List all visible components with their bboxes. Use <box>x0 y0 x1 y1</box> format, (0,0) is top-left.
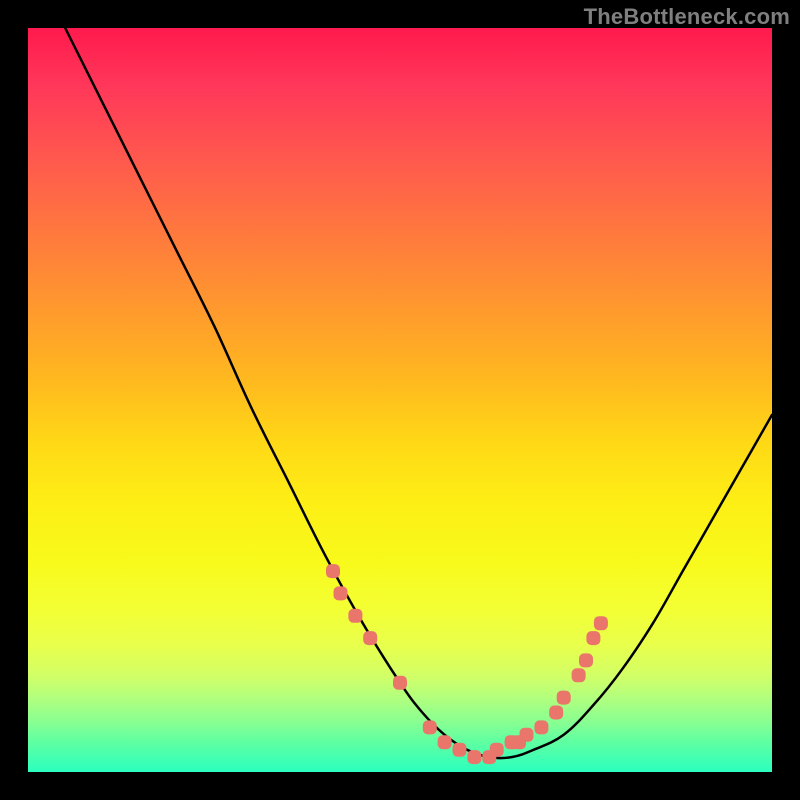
marker-dot <box>586 631 600 645</box>
chart-frame: TheBottleneck.com <box>0 0 800 800</box>
watermark-text: TheBottleneck.com <box>584 4 790 30</box>
marker-dot <box>393 676 407 690</box>
marker-dot <box>579 653 593 667</box>
curve-group <box>65 28 772 758</box>
bottleneck-curve <box>65 28 772 758</box>
marker-dot <box>520 728 534 742</box>
marker-dot <box>549 706 563 720</box>
marker-dot <box>438 735 452 749</box>
marker-dot <box>557 691 571 705</box>
marker-dot <box>594 616 608 630</box>
marker-dot <box>534 720 548 734</box>
marker-dot <box>326 564 340 578</box>
marker-dot <box>334 586 348 600</box>
marker-dot <box>348 609 362 623</box>
marker-dot <box>453 743 467 757</box>
marker-dot <box>467 750 481 764</box>
marker-dot <box>490 743 504 757</box>
marker-dot <box>363 631 377 645</box>
chart-svg <box>28 28 772 772</box>
marker-dot <box>423 720 437 734</box>
plot-area <box>28 28 772 772</box>
marker-dot <box>572 668 586 682</box>
